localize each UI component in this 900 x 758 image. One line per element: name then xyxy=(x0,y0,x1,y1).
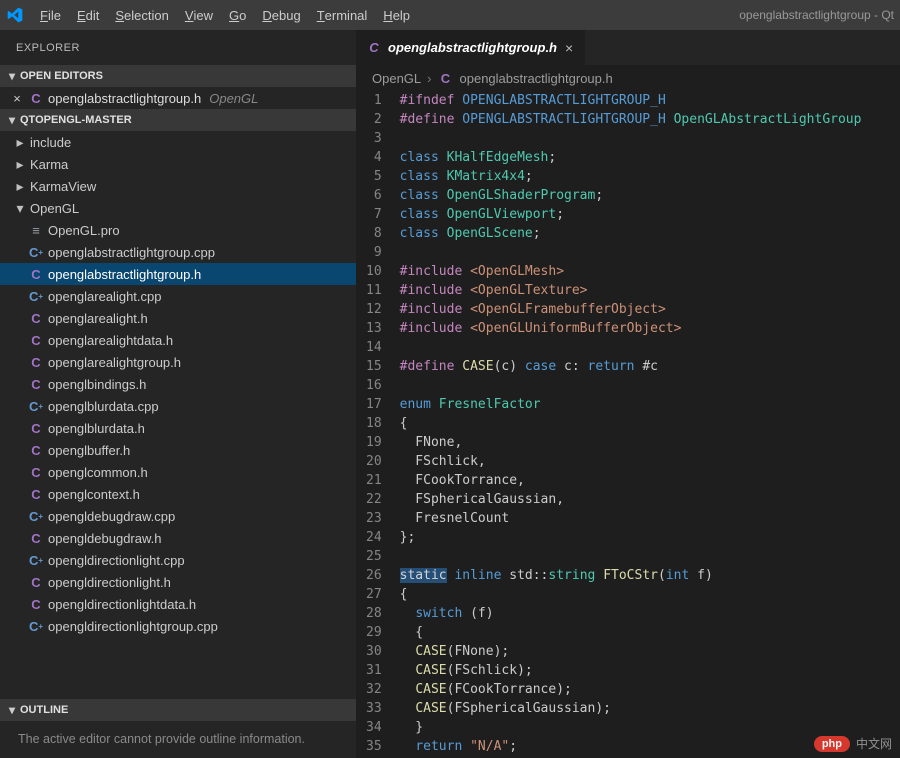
file-item[interactable]: Copengldirectionlightdata.h xyxy=(0,593,356,615)
chevron-down-icon: ▾ xyxy=(4,69,20,83)
menu-go[interactable]: Go xyxy=(221,0,254,30)
folder-karmaview[interactable]: ▸KarmaView xyxy=(0,175,356,197)
c-file-icon: C xyxy=(28,376,44,392)
file-item[interactable]: Copenglbuffer.h xyxy=(0,439,356,461)
folder-karma[interactable]: ▸Karma xyxy=(0,153,356,175)
explorer-title: EXPLORER xyxy=(0,30,356,65)
menu-selection[interactable]: Selection xyxy=(107,0,176,30)
chevron-right-icon: ▸ xyxy=(14,156,26,173)
c-file-icon: C xyxy=(28,90,44,106)
cpp-file-icon: C+ xyxy=(28,244,44,260)
chevron-right-icon: › xyxy=(427,71,431,86)
file-item[interactable]: Copenglarealight.h xyxy=(0,307,356,329)
file-item[interactable]: Copenglblurdata.h xyxy=(0,417,356,439)
workspace-header[interactable]: ▾ QTOPENGL-MASTER xyxy=(0,109,356,131)
titlebar: FileEditSelectionViewGoDebugTerminalHelp… xyxy=(0,0,900,30)
sidebar: EXPLORER ▾ OPEN EDITORS × C openglabstra… xyxy=(0,30,356,758)
outline-label: OUTLINE xyxy=(20,704,68,716)
file-item[interactable]: C+opengldirectionlightgroup.cpp xyxy=(0,615,356,637)
close-icon[interactable]: × xyxy=(10,91,24,106)
code-area[interactable]: 1234567891011121314151617181920212223242… xyxy=(356,91,900,758)
breadcrumbs[interactable]: OpenGL › C openglabstractlightgroup.h xyxy=(356,65,900,91)
window-title: openglabstractlightgroup - Qt xyxy=(739,8,894,22)
file-item[interactable]: Copenglcontext.h xyxy=(0,483,356,505)
breadcrumb-item[interactable]: openglabstractlightgroup.h xyxy=(460,71,613,86)
c-file-icon: C xyxy=(28,354,44,370)
line-gutter: 1234567891011121314151617181920212223242… xyxy=(356,91,400,758)
chevron-down-icon: ▾ xyxy=(4,703,20,717)
chevron-down-icon: ▾ xyxy=(14,200,26,217)
c-file-icon: C xyxy=(28,530,44,546)
file-item[interactable]: Copenglarealightdata.h xyxy=(0,329,356,351)
file-item[interactable]: C+opengldirectionlight.cpp xyxy=(0,549,356,571)
file-icon: ≡ xyxy=(28,222,44,238)
c-file-icon: C xyxy=(28,574,44,590)
outline-header[interactable]: ▾ OUTLINE xyxy=(0,699,356,721)
chevron-right-icon: ▸ xyxy=(14,178,26,195)
menu-view[interactable]: View xyxy=(177,0,221,30)
menu-terminal[interactable]: Terminal xyxy=(309,0,376,30)
menu-file[interactable]: File xyxy=(32,0,69,30)
c-file-icon: C xyxy=(366,40,382,56)
menu-bar: FileEditSelectionViewGoDebugTerminalHelp xyxy=(32,0,418,30)
c-file-icon: C xyxy=(28,420,44,436)
c-file-icon: C xyxy=(438,70,454,86)
file-item[interactable]: C+openglabstractlightgroup.cpp xyxy=(0,241,356,263)
cpp-file-icon: C+ xyxy=(28,508,44,524)
open-editor-item[interactable]: × C openglabstractlightgroup.h OpenGL xyxy=(0,87,356,109)
editor: C openglabstractlightgroup.h × OpenGL › … xyxy=(356,30,900,758)
close-icon[interactable]: × xyxy=(563,40,575,56)
menu-help[interactable]: Help xyxy=(375,0,418,30)
folder-opengl[interactable]: ▾OpenGL xyxy=(0,197,356,219)
file-tree[interactable]: ▸include▸Karma▸KarmaView▾OpenGL≡OpenGL.p… xyxy=(0,131,356,699)
open-editors-label: OPEN EDITORS xyxy=(20,70,103,82)
chevron-right-icon: ▸ xyxy=(14,134,26,151)
file-item[interactable]: Copenglcommon.h xyxy=(0,461,356,483)
c-file-icon: C xyxy=(28,332,44,348)
cpp-file-icon: C+ xyxy=(28,288,44,304)
c-file-icon: C xyxy=(28,266,44,282)
file-item[interactable]: Copengldirectionlight.h xyxy=(0,571,356,593)
open-editors-header[interactable]: ▾ OPEN EDITORS xyxy=(0,65,356,87)
cpp-file-icon: C+ xyxy=(28,552,44,568)
cpp-file-icon: C+ xyxy=(28,398,44,414)
folder-include[interactable]: ▸include xyxy=(0,131,356,153)
main-area: EXPLORER ▾ OPEN EDITORS × C openglabstra… xyxy=(0,30,900,758)
menu-edit[interactable]: Edit xyxy=(69,0,107,30)
file-item[interactable]: Copenglabstractlightgroup.h xyxy=(0,263,356,285)
file-item[interactable]: C+opengldebugdraw.cpp xyxy=(0,505,356,527)
file-item[interactable]: Copenglbindings.h xyxy=(0,373,356,395)
file-item[interactable]: C+openglarealight.cpp xyxy=(0,285,356,307)
open-editor-name: openglabstractlightgroup.h xyxy=(48,91,201,106)
file-item[interactable]: Copenglarealightgroup.h xyxy=(0,351,356,373)
chevron-down-icon: ▾ xyxy=(4,113,20,127)
c-file-icon: C xyxy=(28,486,44,502)
breadcrumb-item[interactable]: OpenGL xyxy=(372,71,421,86)
tab-active[interactable]: C openglabstractlightgroup.h × xyxy=(356,30,586,65)
outline-empty-message: The active editor cannot provide outline… xyxy=(0,721,356,758)
open-editor-sub: OpenGL xyxy=(209,91,258,106)
file-item[interactable]: Copengldebugdraw.h xyxy=(0,527,356,549)
c-file-icon: C xyxy=(28,464,44,480)
editor-tabs: C openglabstractlightgroup.h × xyxy=(356,30,900,65)
vscode-logo-icon xyxy=(6,6,24,24)
file-item[interactable]: ≡OpenGL.pro xyxy=(0,219,356,241)
cpp-file-icon: C+ xyxy=(28,618,44,634)
c-file-icon: C xyxy=(28,310,44,326)
file-item[interactable]: C+openglblurdata.cpp xyxy=(0,395,356,417)
menu-debug[interactable]: Debug xyxy=(254,0,308,30)
c-file-icon: C xyxy=(28,442,44,458)
c-file-icon: C xyxy=(28,596,44,612)
code-content[interactable]: #ifndef OPENGLABSTRACTLIGHTGROUP_H#defin… xyxy=(400,91,882,758)
workspace-label: QTOPENGL-MASTER xyxy=(20,114,132,126)
tab-name: openglabstractlightgroup.h xyxy=(388,40,557,55)
